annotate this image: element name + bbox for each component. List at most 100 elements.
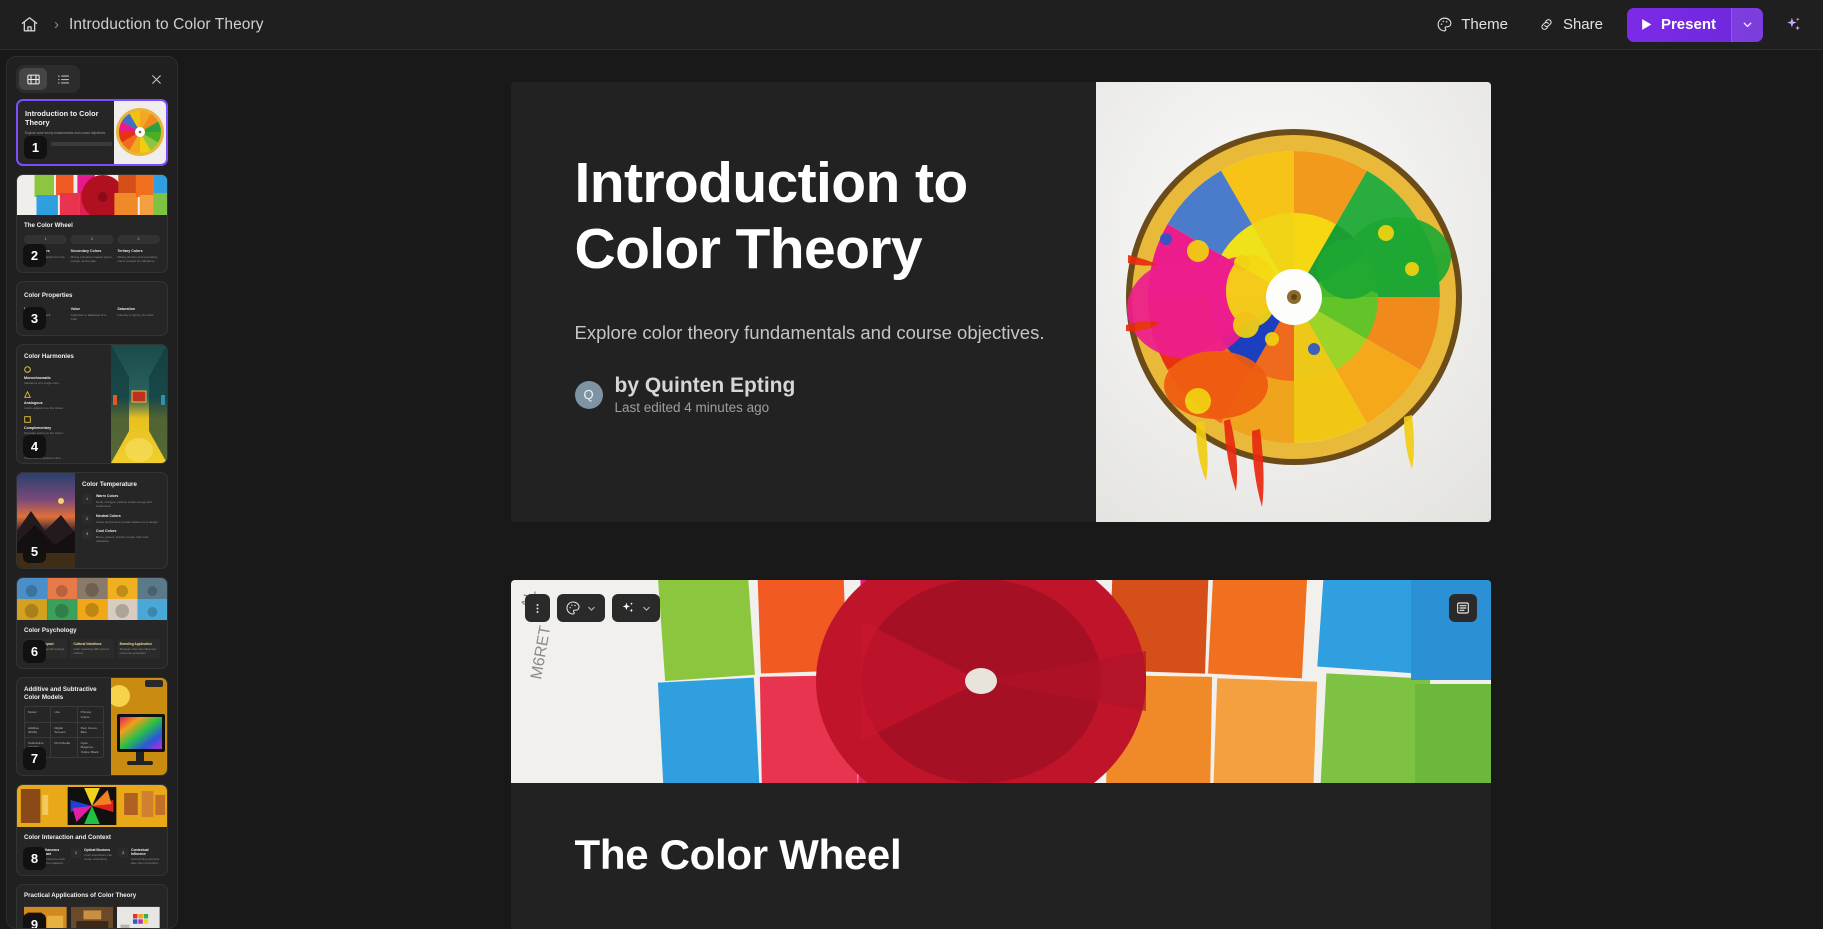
image-ai-button[interactable] xyxy=(611,594,660,622)
slide-1[interactable]: Introduction to Color Theory Explore col… xyxy=(510,82,1491,522)
layout-options-button[interactable] xyxy=(1448,594,1477,622)
view-mode-toggle xyxy=(16,65,80,93)
card-text: Color meanings differ across cultures. xyxy=(73,647,109,656)
item-text: Grays and browns provide balance to a de… xyxy=(96,519,159,524)
thumb-title-3: Color Properties xyxy=(24,291,73,299)
chip: 1 xyxy=(24,234,68,244)
breadcrumb-separator: › xyxy=(54,16,59,33)
triangle-icon xyxy=(24,391,31,399)
slide-thumbnail-4[interactable]: Color Harmonies Monochromatic Variations… xyxy=(16,343,168,464)
slide-thumbnail-list[interactable]: Introduction to Color Theory Explore col… xyxy=(7,99,177,928)
ai-assistant-button[interactable] xyxy=(1777,9,1809,41)
item-number: 3 xyxy=(118,847,128,858)
table-cell: Print Media xyxy=(51,738,78,757)
slide-thumbnail-3[interactable]: Color Properties Hue The pure color itse… xyxy=(16,280,168,336)
column-heading: Value xyxy=(70,306,81,311)
thumb-title-9: Practical Applications of Color Theory xyxy=(24,891,137,899)
harmony-text: Variations of a single color. xyxy=(24,381,60,386)
slide-1-content: Introduction to Color Theory Explore col… xyxy=(511,82,1096,522)
thumb-number-2: 2 xyxy=(23,243,46,267)
breadcrumb-title[interactable]: Introduction to Color Theory xyxy=(69,16,264,34)
item-heading: Cool Colors xyxy=(96,528,117,533)
column-text: Mixing primaries creates green, orange, … xyxy=(70,254,113,263)
slide-2-banner[interactable]: M6RET AL xyxy=(510,580,1491,783)
thumb-subtitle-1: Explore color theory fundamentals and co… xyxy=(25,130,106,135)
interaction-item: 2 Optical Illusions Color interactions c… xyxy=(71,847,113,866)
slide-thumbnail-1[interactable]: Introduction to Color Theory Explore col… xyxy=(16,99,168,166)
thumb-image-7 xyxy=(111,677,167,775)
item-text: Reds, oranges, yellows evoke energy and … xyxy=(96,500,152,509)
item-text: Color interactions can create uncertaint… xyxy=(84,852,112,861)
present-button-group: Present xyxy=(1626,7,1763,42)
card-heading: Branding Application xyxy=(119,642,152,647)
column-heading: Saturation xyxy=(117,306,136,311)
monitor-rgb-icon xyxy=(111,677,167,775)
top-bar-actions: Theme Share Present xyxy=(1424,7,1823,42)
chip: 2 xyxy=(70,234,114,244)
slide-thumbnail-6[interactable]: Color Psychology Emotional Impact Colors… xyxy=(16,576,168,669)
chevron-down-icon xyxy=(642,606,650,611)
list-view-button[interactable] xyxy=(49,68,77,90)
psychology-card: Cultural Variations Color meanings diffe… xyxy=(70,639,114,659)
item-heading: Warm Colors xyxy=(96,494,119,499)
present-label: Present xyxy=(1660,16,1716,33)
close-panel-button[interactable] xyxy=(144,67,168,91)
chevron-down-icon xyxy=(1743,22,1752,28)
sparkles-icon xyxy=(622,602,633,613)
item-number: 2 xyxy=(71,847,81,858)
harmony-heading: Monochromatic xyxy=(24,376,51,381)
thumb-title-8: Color Interaction and Context xyxy=(24,833,111,841)
slide-deck: Introduction to Color Theory Explore col… xyxy=(510,50,1491,929)
thumb-title-4: Color Harmonies xyxy=(24,352,74,360)
item-number: 2 xyxy=(82,513,92,524)
square-icon xyxy=(24,416,31,424)
slide-1-image[interactable] xyxy=(1095,82,1491,522)
swatch-wall-icon xyxy=(117,907,161,928)
harmony-item: Complementary Opposite colors on the whe… xyxy=(24,416,104,435)
share-button[interactable]: Share xyxy=(1526,8,1615,42)
slide-thumbnail-7[interactable]: Additive and Subtractive Color Models Mo… xyxy=(16,676,168,776)
kebab-menu-icon xyxy=(535,603,539,613)
author-name: by Quinten Epting xyxy=(614,374,796,398)
slide-canvas[interactable]: Introduction to Color Theory Explore col… xyxy=(178,50,1823,929)
last-edited-text: Last edited 4 minutes ago xyxy=(614,400,770,416)
thumb-image-1 xyxy=(114,101,166,164)
share-label: Share xyxy=(1562,16,1603,33)
play-icon xyxy=(1642,19,1652,30)
thumb-title-7: Additive and Subtractive Color Models xyxy=(24,685,97,701)
harmony-text: Colors adjacent on the wheel. xyxy=(24,406,64,411)
image-menu-button[interactable] xyxy=(524,594,550,622)
top-bar: › Introduction to Color Theory Theme Sha… xyxy=(0,0,1823,50)
color-wheel-thumb-icon xyxy=(114,101,166,164)
harmony-item: Analogous Colors adjacent on the wheel. xyxy=(24,391,104,410)
slide-2[interactable]: M6RET AL xyxy=(510,580,1491,929)
present-button[interactable]: Present xyxy=(1627,8,1731,42)
image-theme-button[interactable] xyxy=(556,594,605,622)
list-view-icon xyxy=(57,74,69,84)
item-number: 1 xyxy=(82,494,92,505)
slide-2-body-placeholder xyxy=(511,879,1491,929)
home-icon xyxy=(21,17,37,32)
theme-button[interactable]: Theme xyxy=(1424,8,1520,42)
slide-thumbnail-5[interactable]: Color Temperature 1 Warm Colors Reds, or… xyxy=(16,471,168,569)
thumb-column: Secondary Colors Mixing primaries create… xyxy=(71,249,114,263)
lounge-icon xyxy=(70,907,114,928)
column-heading: Tertiary Colors xyxy=(117,248,143,253)
slide-navigator-panel: Introduction to Color Theory Explore col… xyxy=(6,56,178,929)
item-heading: Optical Illusions xyxy=(84,847,111,852)
slide-thumbnail-8[interactable]: Color Interaction and Context 1 Simultan… xyxy=(16,783,168,876)
home-button[interactable] xyxy=(14,10,44,40)
slide-thumbnail-9[interactable]: Practical Applications of Color Theory 9 xyxy=(16,883,168,928)
thumb-title-2: The Color Wheel xyxy=(24,222,73,229)
slide-1-title[interactable]: Introduction to Color Theory xyxy=(575,150,1096,282)
thumb-number-3: 3 xyxy=(23,306,46,330)
slide-1-subtitle[interactable]: Explore color theory fundamentals and co… xyxy=(575,322,1096,344)
thumb-progress-bar xyxy=(51,141,112,146)
slide-thumbnail-2[interactable]: The Color Wheel 1 2 3 Primary Colors Red… xyxy=(16,174,168,273)
present-dropdown-button[interactable] xyxy=(1731,7,1763,42)
grid-view-button[interactable] xyxy=(19,68,47,90)
item-text: Surrounding elements alter color percept… xyxy=(131,856,160,865)
slide-2-title[interactable]: The Color Wheel xyxy=(511,783,1491,879)
thumb-image-6 xyxy=(17,577,167,620)
table-cell: Primary Colors xyxy=(80,710,92,719)
